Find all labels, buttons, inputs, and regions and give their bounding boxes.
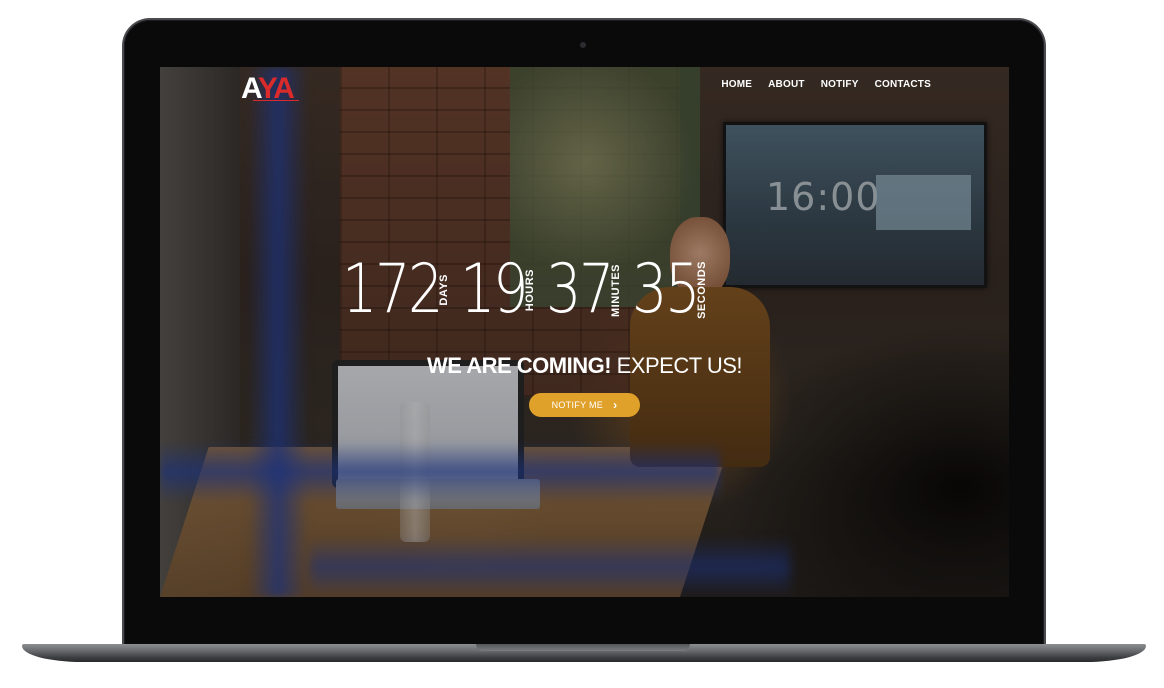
background-overlay: [160, 67, 1009, 597]
nav-notify[interactable]: NOTIFY: [821, 79, 859, 90]
laptop-hinge-notch: [476, 644, 690, 651]
main-nav: HOME ABOUT NOTIFY CONTACTS: [721, 79, 931, 90]
countdown-days: 172 DAYS: [342, 253, 450, 327]
countdown-minutes: 37 MINUTES: [546, 253, 622, 327]
website-screen: 16:00 AYA HOME ABOUT NOTIFY CONTACTS 172…: [160, 67, 1009, 597]
countdown-seconds: 35 SECONDS: [632, 253, 708, 327]
nav-home[interactable]: HOME: [721, 79, 752, 90]
minutes-value: 37: [546, 250, 614, 329]
logo-underline: [253, 100, 299, 101]
hours-label: HOURS: [524, 268, 536, 312]
hero-headline: WE ARE COMING! EXPECT US!: [160, 353, 1009, 379]
seconds-label: SECONDS: [696, 261, 708, 319]
days-label: DAYS: [438, 274, 450, 306]
hours-value: 19: [460, 250, 528, 329]
minutes-label: MINUTES: [610, 263, 622, 317]
headline-strong: WE ARE COMING!: [426, 353, 612, 378]
days-value: 172: [342, 250, 444, 329]
headline-rest: EXPECT US!: [611, 353, 743, 378]
countdown-hours: 19 HOURS: [460, 253, 536, 327]
notify-me-label: NOTIFY ME: [551, 400, 604, 410]
nav-about[interactable]: ABOUT: [768, 79, 805, 90]
notify-me-button[interactable]: NOTIFY ME ›: [529, 393, 640, 417]
seconds-value: 35: [632, 250, 700, 329]
countdown-timer: 172 DAYS 19 HOURS 37 MINUTES 35 SECONDS: [342, 253, 718, 327]
chevron-right-icon: ›: [613, 398, 618, 412]
nav-contacts[interactable]: CONTACTS: [875, 79, 931, 90]
camera-icon: [580, 42, 586, 48]
device-mockup: 16:00 AYA HOME ABOUT NOTIFY CONTACTS 172…: [0, 0, 1164, 688]
site-logo[interactable]: AYA: [241, 71, 295, 107]
